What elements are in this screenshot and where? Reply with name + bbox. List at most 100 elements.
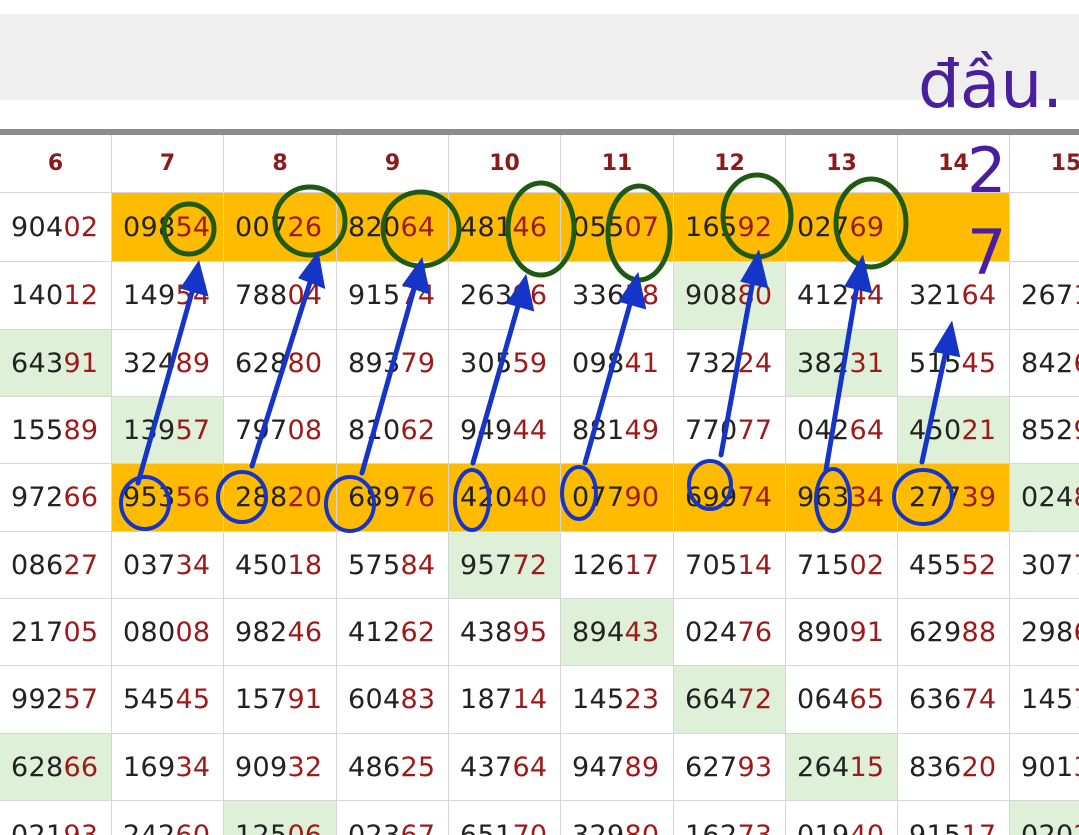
- cell-prefix: 288: [235, 482, 288, 513]
- cell-suffix: 34: [175, 549, 211, 581]
- table-cell: 575 84: [337, 532, 449, 599]
- cell-suffix: 70: [512, 819, 548, 835]
- table-cell: 699 74: [674, 464, 786, 532]
- cell-suffix: 93: [63, 819, 99, 835]
- cell-suffix: 56: [175, 482, 211, 513]
- cell-prefix: 836: [909, 751, 962, 783]
- cell-prefix: 077: [572, 482, 625, 513]
- table-cell: 023 67: [337, 801, 449, 835]
- cell-suffix: 05: [63, 616, 99, 648]
- cell-prefix: 064: [797, 684, 850, 715]
- cell-suffix: 20: [961, 751, 997, 783]
- column-header: 15: [1010, 135, 1079, 193]
- table-cell: 628 66: [0, 734, 112, 801]
- table-cell: 947 89: [561, 734, 674, 801]
- table-cell: 836 20: [898, 734, 1010, 801]
- cell-prefix: 842: [1021, 347, 1074, 379]
- cell-suffix: 21: [961, 414, 997, 446]
- table-cell: 515 45: [898, 330, 1010, 397]
- annotation-heading: đầu.: [918, 46, 1064, 123]
- cell-suffix: 9: [1073, 417, 1079, 444]
- table-cell: 187 14: [449, 666, 561, 734]
- cell-suffix: 39: [961, 482, 997, 513]
- cell-suffix: 65: [849, 684, 885, 715]
- table-cell: 972 66: [0, 464, 112, 532]
- column-header: 7: [112, 135, 224, 193]
- cell-suffix: 3: [1073, 754, 1079, 781]
- cell-prefix: 628: [235, 347, 288, 379]
- cell-prefix: 972: [11, 482, 64, 513]
- table-cell: 629 88: [898, 599, 1010, 666]
- column-header: 11: [561, 135, 674, 193]
- cell-prefix: 689: [348, 482, 401, 513]
- cell-prefix: 042: [797, 414, 850, 446]
- cell-prefix: 852: [1021, 414, 1074, 446]
- table-cell: 909 32: [224, 734, 337, 801]
- table-cell: 8426: [1010, 330, 1079, 397]
- cell-suffix: 91: [849, 616, 885, 648]
- cell-prefix: 770: [685, 414, 738, 446]
- table-cell: 437 64: [449, 734, 561, 801]
- cell-prefix: 732: [685, 347, 738, 379]
- cell-prefix: 125: [235, 819, 288, 835]
- column-header: 8: [224, 135, 337, 193]
- table-cell: 140 12: [0, 262, 112, 330]
- table-cell: 098 54: [112, 193, 224, 262]
- cell-suffix: 34: [175, 751, 211, 783]
- table-cell: 1457: [1010, 666, 1079, 734]
- table-cell: 412 62: [337, 599, 449, 666]
- cell-prefix: 055: [572, 211, 625, 243]
- cell-suffix: 41: [624, 347, 660, 379]
- cell-prefix: 019: [797, 819, 850, 835]
- cell-suffix: 60: [175, 819, 211, 835]
- cell-prefix: 949: [460, 414, 513, 446]
- table-cell: 149 54: [112, 262, 224, 330]
- cell-suffix: 6: [1073, 350, 1079, 377]
- table-cell: 420 40: [449, 464, 561, 532]
- cell-suffix: 12: [63, 280, 99, 311]
- cell-suffix: 27: [63, 549, 99, 581]
- table-cell: 893 79: [337, 330, 449, 397]
- cell-prefix: 455: [909, 549, 962, 581]
- cell-suffix: 57: [63, 684, 99, 715]
- table-cell: 982 46: [224, 599, 337, 666]
- cell-prefix: 450: [235, 549, 288, 581]
- table-cell: 915 17: [898, 801, 1010, 835]
- cell-suffix: 91: [287, 684, 323, 715]
- cell-suffix: 72: [737, 684, 773, 715]
- table-cell: 820 64: [337, 193, 449, 262]
- cell-suffix: 08: [175, 616, 211, 648]
- cell-prefix: 149: [123, 280, 176, 311]
- table-cell: 953 56: [112, 464, 224, 532]
- table-cell: 890 91: [786, 599, 898, 666]
- cell-suffix: 46: [512, 211, 548, 243]
- cell-prefix: 098: [572, 347, 625, 379]
- cell-prefix: 788: [235, 280, 288, 311]
- table-cell: 915 74: [337, 262, 449, 330]
- cell-prefix: 305: [460, 347, 513, 379]
- cell-prefix: 027: [797, 211, 850, 243]
- table-cell: 0248: [1010, 464, 1079, 532]
- table-cell: 904 02: [0, 193, 112, 262]
- table-cell: 125 06: [224, 801, 337, 835]
- cell-suffix: 57: [175, 414, 211, 446]
- cell-suffix: 80: [737, 280, 773, 311]
- cell-suffix: 52: [961, 549, 997, 581]
- annotation-digit-bottom: 7: [967, 216, 1007, 289]
- table-cell: 643 91: [0, 330, 112, 397]
- table-cell: 021 93: [0, 801, 112, 835]
- cell-prefix: 963: [797, 482, 850, 513]
- cell-suffix: 79: [400, 347, 436, 379]
- table-cell: 169 34: [112, 734, 224, 801]
- table-cell: 3077: [1010, 532, 1079, 599]
- cell-suffix: 54: [175, 211, 211, 243]
- table-cell: 627 93: [674, 734, 786, 801]
- cell-prefix: 217: [11, 616, 64, 648]
- cell-suffix: 26: [287, 211, 323, 243]
- table-cell: 086 27: [0, 532, 112, 599]
- cell-prefix: 437: [460, 751, 513, 783]
- table-cell: 162 73: [674, 801, 786, 835]
- cell-prefix: 145: [1021, 684, 1074, 715]
- cell-prefix: 947: [572, 751, 625, 783]
- table-cell: 636 74: [898, 666, 1010, 734]
